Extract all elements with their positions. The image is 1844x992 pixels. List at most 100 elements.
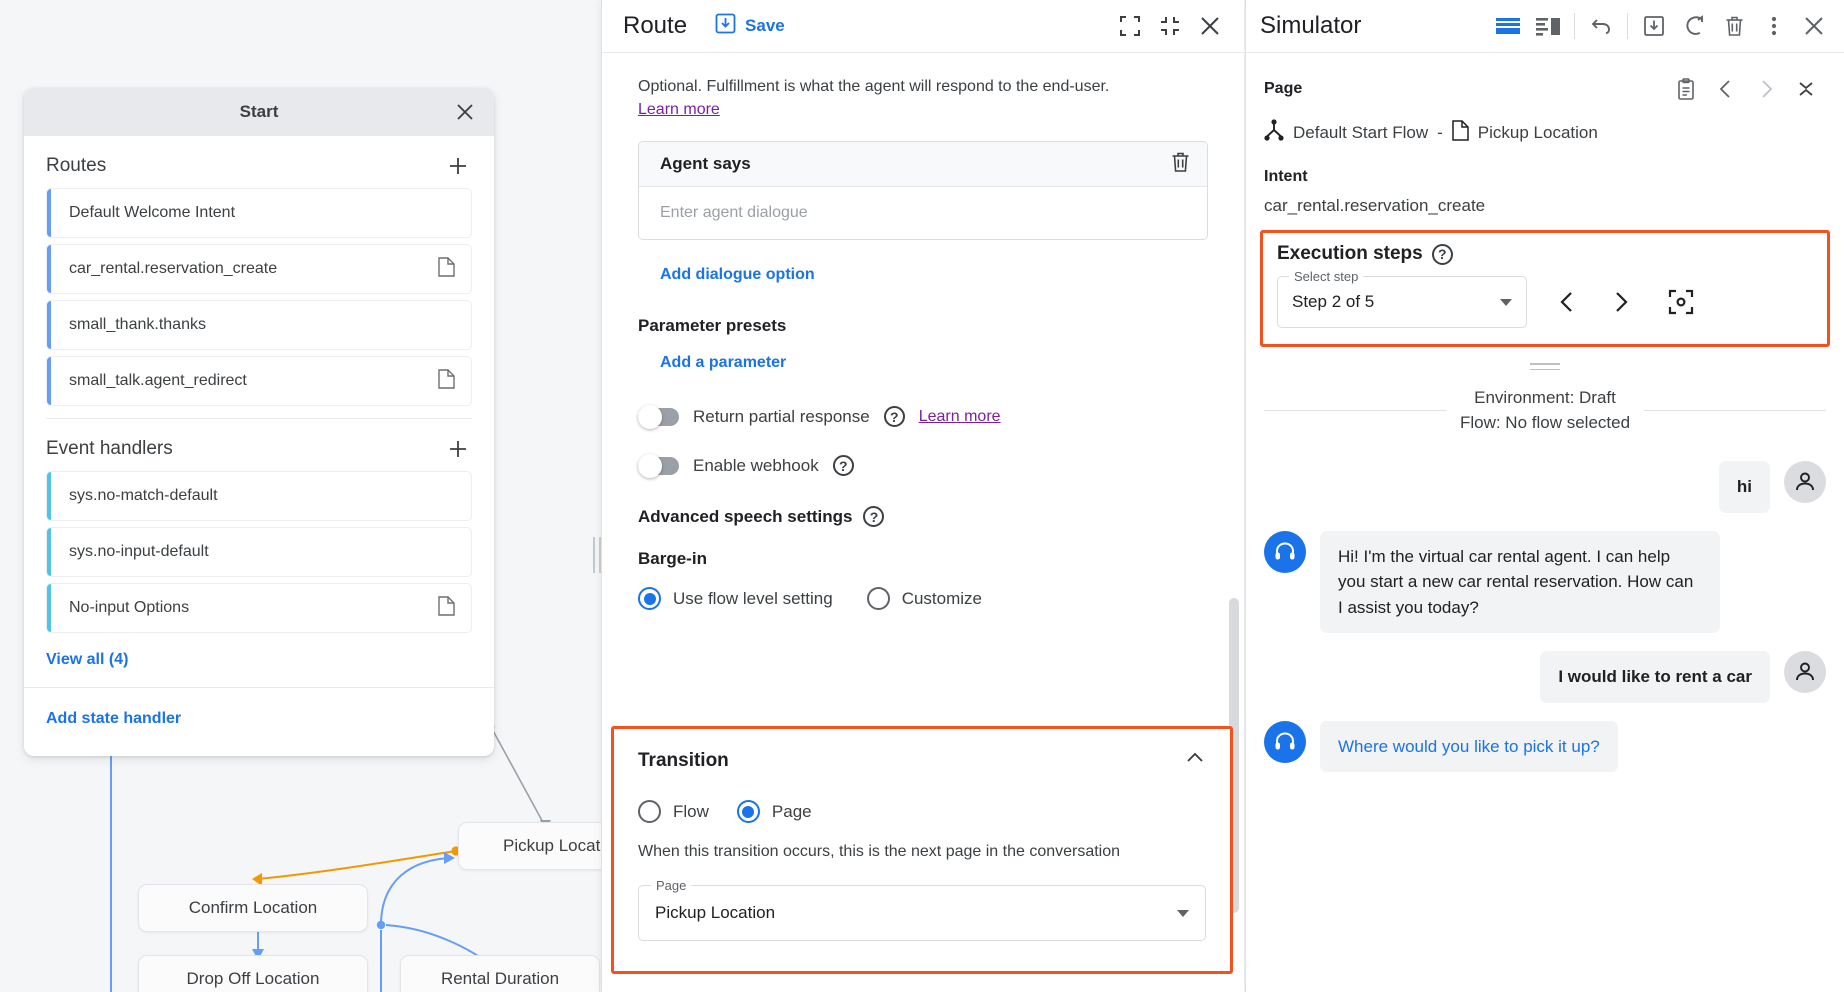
help-icon[interactable]: ? [863, 506, 884, 527]
fullscreen-collapse-icon[interactable] [1150, 6, 1190, 46]
learn-more-link[interactable]: Learn more [638, 101, 720, 118]
panel-drag-handle[interactable] [1530, 363, 1560, 374]
view-all-button[interactable]: View all (4) [46, 651, 128, 668]
list-item[interactable]: Default Welcome Intent [46, 188, 472, 238]
page-icon[interactable] [438, 596, 455, 621]
avatar [1264, 721, 1306, 763]
close-icon[interactable] [1794, 6, 1834, 46]
breadcrumb-separator: - [1437, 123, 1443, 143]
help-icon[interactable]: ? [1432, 244, 1453, 265]
radio-customize[interactable] [867, 587, 890, 610]
chat-bubble: hi [1719, 461, 1770, 513]
learn-more-link[interactable]: Learn more [919, 408, 1001, 426]
simulator-panel: Simulator [1245, 0, 1844, 992]
fulfillment-help-text: Optional. Fulfillment is what the agent … [638, 75, 1208, 98]
route-label: car_rental.reservation_create [69, 260, 438, 278]
list-item[interactable]: sys.no-input-default [46, 527, 472, 577]
page-icon[interactable] [438, 369, 455, 394]
plus-icon[interactable] [444, 152, 472, 180]
route-panel-header: Route Save [602, 0, 1244, 53]
start-panel: Start Routes Default Welcome Intent car_… [24, 88, 494, 756]
barge-in-options: Use flow level setting Customize [638, 587, 1208, 610]
chevron-right-icon[interactable] [1746, 69, 1786, 109]
flow-node-drop-off-location[interactable]: Drop Off Location [138, 955, 368, 992]
radio-use-flow-level-setting[interactable] [638, 587, 661, 610]
page-breadcrumb: Default Start Flow - Pickup Location [1264, 119, 1826, 146]
view-stacked-icon[interactable] [1488, 6, 1528, 46]
center-focus-icon[interactable] [1661, 282, 1701, 322]
chat-bubble[interactable]: Where would you like to pick it up? [1320, 721, 1618, 773]
simulator-title: Simulator [1260, 12, 1361, 40]
add-a-parameter-button[interactable]: Add a parameter [660, 354, 786, 371]
undo-icon[interactable] [1581, 6, 1621, 46]
flow-icon [1264, 119, 1284, 146]
environment-line-1: Environment: Draft [1474, 388, 1616, 407]
agent-dialogue-placeholder: Enter agent dialogue [660, 204, 808, 222]
chat-transcript: hi Hi! I'm the virtual car rental agent.… [1246, 435, 1844, 772]
environment-banner: Environment: Draft Flow: No flow selecte… [1246, 374, 1844, 435]
chat-message-agent: Hi! I'm the virtual car rental agent. I … [1264, 531, 1826, 634]
event-handlers-list: sys.no-match-default sys.no-input-defaul… [24, 471, 494, 633]
trash-icon[interactable] [1714, 6, 1754, 46]
advanced-speech-settings-row[interactable]: Advanced speech settings ? [638, 506, 1208, 527]
transition-page-select[interactable]: Page Pickup Location [638, 885, 1206, 941]
select-step-dropdown[interactable]: Select step Step 2 of 5 [1277, 276, 1527, 328]
view-sidebar-icon[interactable] [1528, 6, 1568, 46]
radio-flow[interactable] [638, 800, 661, 823]
event-handler-label: sys.no-input-default [69, 543, 471, 561]
flow-node-label: Confirm Location [189, 898, 318, 918]
page-icon [1452, 120, 1469, 146]
enable-webhook-toggle[interactable] [638, 457, 679, 475]
start-panel-title: Start [240, 102, 279, 122]
step-next-button[interactable] [1601, 282, 1641, 322]
routes-list: Default Welcome Intent car_rental.reserv… [24, 188, 494, 406]
collapse-icon[interactable] [1786, 69, 1826, 109]
panel-resize-grip[interactable] [591, 537, 603, 573]
step-prev-button[interactable] [1547, 282, 1587, 322]
radio-page[interactable] [737, 800, 760, 823]
add-state-handler-button[interactable]: Add state handler [46, 710, 181, 727]
transition-option-label: Flow [673, 802, 709, 822]
clipboard-icon[interactable] [1666, 69, 1706, 109]
save-label: Save [745, 16, 785, 36]
toolbar-separator [1574, 13, 1575, 39]
list-item[interactable]: car_rental.reservation_create [46, 244, 472, 294]
chat-message-user: hi [1264, 461, 1826, 513]
accent-bar [47, 245, 51, 293]
list-item[interactable]: sys.no-match-default [46, 471, 472, 521]
accent-bar [47, 472, 51, 520]
flow-node-label: Rental Duration [441, 969, 559, 989]
flow-node-confirm-location[interactable]: Confirm Location [138, 884, 368, 932]
add-dialogue-option-button[interactable]: Add dialogue option [660, 266, 815, 283]
flow-node-rental-duration[interactable]: Rental Duration [400, 955, 600, 992]
divider-line [1264, 410, 1446, 411]
save-icon[interactable] [1634, 6, 1674, 46]
agent-dialogue-input[interactable]: Enter agent dialogue [639, 187, 1207, 239]
plus-icon[interactable] [444, 435, 472, 463]
list-item[interactable]: No-input Options [46, 583, 472, 633]
list-item[interactable]: small_talk.agent_redirect [46, 356, 472, 406]
event-handlers-section-header: Event handlers [24, 419, 494, 471]
more-vert-icon[interactable] [1754, 6, 1794, 46]
route-label: small_thank.thanks [69, 316, 471, 334]
execution-steps-header: Execution steps ? [1277, 243, 1813, 265]
help-icon[interactable]: ? [833, 455, 854, 476]
chevron-up-icon[interactable] [1184, 747, 1206, 774]
help-icon[interactable]: ? [884, 406, 905, 427]
chevron-left-icon[interactable] [1706, 69, 1746, 109]
avatar [1264, 531, 1306, 573]
list-item[interactable]: small_thank.thanks [46, 300, 472, 350]
return-partial-response-toggle[interactable] [638, 408, 679, 426]
chat-message-agent: Where would you like to pick it up? [1264, 721, 1826, 773]
transition-page-field-label: Page [651, 878, 691, 893]
trash-icon[interactable] [1170, 151, 1191, 178]
fullscreen-expand-icon[interactable] [1110, 6, 1150, 46]
restart-icon[interactable] [1674, 6, 1714, 46]
accent-bar [47, 357, 51, 405]
chat-bubble: Hi! I'm the virtual car rental agent. I … [1320, 531, 1720, 634]
close-icon[interactable] [450, 97, 480, 127]
save-button[interactable]: Save [715, 13, 785, 39]
page-icon[interactable] [438, 257, 455, 282]
transition-title: Transition [638, 750, 729, 772]
close-icon[interactable] [1190, 6, 1230, 46]
